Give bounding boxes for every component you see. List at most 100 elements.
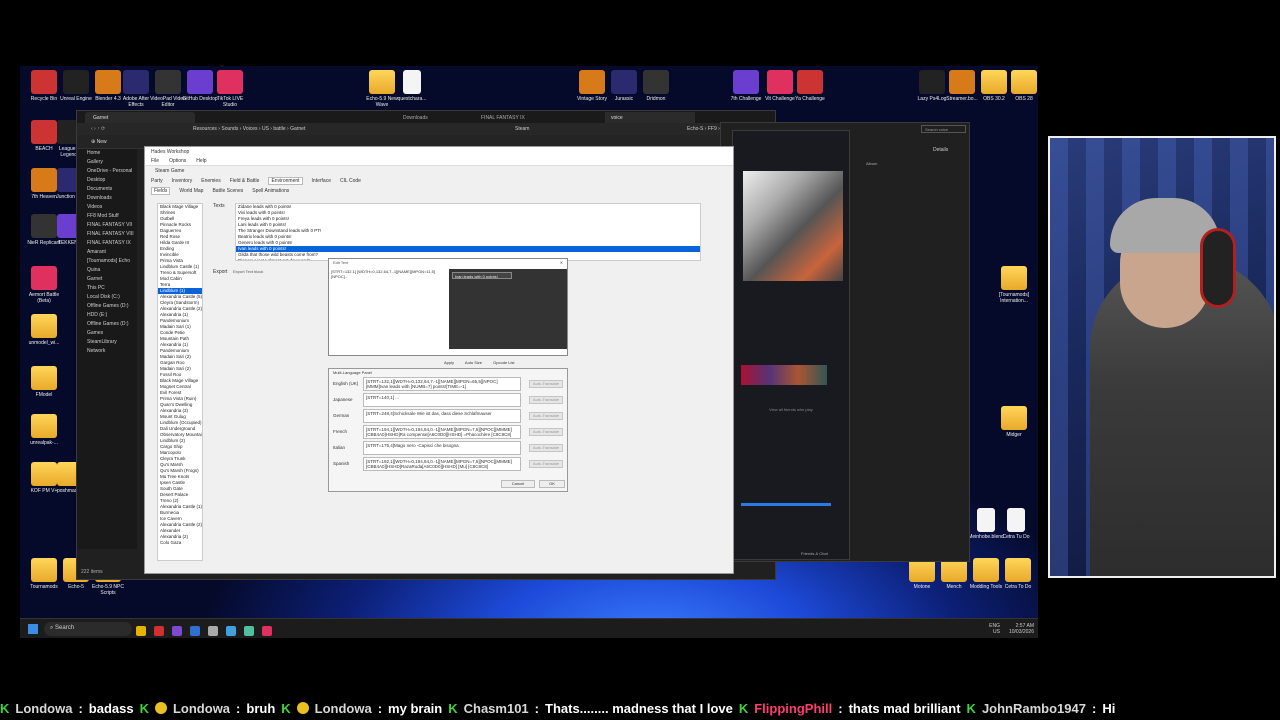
language-text-field[interactable]: [STRT=248,4]Schicksale Wie ist das, dass… [363,409,521,423]
taskbar-app-icon[interactable] [262,626,272,636]
taskbar-app-icon[interactable] [208,626,218,636]
desktop-icon[interactable]: Dridmon [636,70,676,102]
search-voice-input[interactable]: Search voice [921,125,966,133]
language-text-field[interactable]: [STRT=132,1][WDTH=0,132,64,7.-1][NAME][M… [363,377,521,391]
tab[interactable]: World Map [179,188,203,194]
tab[interactable]: Field & Battle [230,178,260,184]
breadcrumb-steam[interactable]: Steam [515,126,529,132]
close-icon[interactable]: ✕ [560,260,563,265]
breadcrumb-item[interactable]: Echo-S [687,126,703,132]
auto-translate-button[interactable]: Auto-Translate [529,460,563,468]
chat-username[interactable]: FlippingPhill [754,701,832,716]
desktop-icon[interactable]: Cetra To Do [998,558,1038,590]
sidebar-item[interactable]: FF8 Mod Stuff [77,212,137,221]
sidebar-item[interactable]: FINAL FANTASY IX [77,239,137,248]
tab[interactable]: Environment [268,177,303,185]
desktop-icon[interactable]: Ya Challenge [790,70,830,102]
chat-username[interactable]: Londowa [15,701,72,716]
field-list-item[interactable]: Colo Gaza [158,540,202,546]
sidebar-item[interactable]: [Tournamods] Echo [77,257,137,266]
taskbar-app-icon[interactable] [226,626,236,636]
language-text-field[interactable]: [STRT=140,1] ... [363,393,521,407]
tab[interactable]: Party [151,178,163,184]
sidebar-item[interactable]: Gallery [77,158,137,167]
export-text-block-button[interactable]: Export Text block [233,269,263,274]
auto-size-button[interactable]: Auto Size [465,360,482,365]
tab[interactable]: Battle Scenes [212,188,243,194]
tab[interactable]: Inventory [172,178,193,184]
apply-button[interactable]: Apply [444,360,454,365]
chat-username[interactable]: Londowa [315,701,372,716]
tray-lang[interactable]: ENG US [989,623,1000,635]
sidebar-item[interactable]: Amarant [77,248,137,257]
tab[interactable]: CIL Code [340,178,361,184]
breadcrumb-item[interactable]: US [262,126,269,132]
sidebar-item[interactable]: Local Disk (C:) [77,293,137,302]
sidebar-item[interactable]: SteamLibrary [77,338,137,347]
auto-translate-button[interactable]: Auto-Translate [529,412,563,420]
taskbar-search[interactable]: ⌕ Search [44,622,132,636]
chat-username[interactable]: Londowa [173,701,230,716]
tab[interactable]: Fields [151,187,171,195]
tab[interactable]: Spell Animations [252,188,289,194]
desktop-icon[interactable]: Midger [994,406,1034,438]
tab[interactable]: Interface [312,178,331,184]
sidebar-item[interactable]: Downloads [77,194,137,203]
ok-button[interactable]: OK [539,480,565,488]
sidebar-item[interactable]: This PC [77,284,137,293]
taskbar-app-icon[interactable] [136,626,146,636]
sidebar-item[interactable]: Desktop [77,176,137,185]
auto-translate-button[interactable]: Auto-Translate [529,444,563,452]
cancel-button[interactable]: Cancel [501,480,535,488]
tab[interactable]: Enemies [201,178,220,184]
tab-downloads[interactable]: Downloads [397,112,467,123]
taskbar-app-icon[interactable] [154,626,164,636]
tab-ffix[interactable]: FINAL FANTASY IX [475,112,545,123]
sidebar-item[interactable]: FINAL FANTASY VIII [77,230,137,239]
breadcrumb-item[interactable]: Sounds [221,126,238,132]
language-text-field[interactable]: [STRT=192,1][WDTH=0,194,64,0.-1][NAME][M… [363,457,521,471]
desktop-icon[interactable]: [Tournamods] Internation... [994,266,1034,304]
sidebar-item[interactable]: Garnet [77,275,137,284]
export-label[interactable]: Export [213,269,227,275]
auto-translate-button[interactable]: Auto-Translate [529,396,563,404]
desktop-icon[interactable]: questchara... [392,70,432,102]
desktop-icon[interactable]: OBS 28 [1004,70,1038,102]
text-list[interactable]: Zidane leads with 0 points! Vivi leads wi… [235,203,701,261]
sidebar-item[interactable]: Offline Games (D:) [77,320,137,329]
auto-translate-button[interactable]: Auto-Translate [529,380,563,388]
taskbar-app-icon[interactable] [190,626,200,636]
start-icon[interactable] [28,624,38,634]
taskbar-app-icon[interactable] [172,626,182,636]
formatted-text-area[interactable]: [STRT=132,1] [WDTH=0,132,64,7.-1][NAME][… [331,269,443,349]
friends-chat-button[interactable]: Friends & Chat [801,551,828,556]
desktop-icon[interactable]: unrealpak-... [24,414,64,446]
tab-garnet[interactable]: Garnet [85,112,195,123]
breadcrumb-item[interactable]: Garnet [290,126,305,132]
steam-game-toggle[interactable]: Steam Game [155,168,184,174]
desktop-icon[interactable]: unmodel_wi... [24,314,64,346]
sidebar-item[interactable]: Games [77,329,137,338]
sidebar-item[interactable]: Documents [77,185,137,194]
breadcrumb-item[interactable]: Resources [193,126,217,132]
taskbar-app-icon[interactable] [244,626,254,636]
opcode-list-button[interactable]: Opcode List [493,360,514,365]
sidebar-item[interactable]: HDD (E:) [77,311,137,320]
tab-voice[interactable]: voice [605,112,695,123]
field-list[interactable]: Black Mage Village Shrines Outbell Pinnacle… [157,203,203,561]
menu-item[interactable]: File [151,158,159,164]
chat-username[interactable]: Chasm101 [464,701,529,716]
desktop-icon[interactable]: TikTok LIVE Studio [210,70,250,108]
menu-item[interactable]: Options [169,158,186,164]
sidebar-item[interactable]: Offline Games (D:) [77,302,137,311]
desktop-icon[interactable]: Aemort Battle (Beta) [24,266,64,304]
sidebar-item[interactable]: Videos [77,203,137,212]
breadcrumb[interactable]: Resources › Sounds › Voices › US › battl… [193,126,305,132]
menu-item[interactable]: Help [196,158,206,164]
view-all-friends-link[interactable]: View all friends who play [769,407,813,412]
breadcrumb-item[interactable]: FF9 [708,126,717,132]
sidebar-item[interactable]: Network [77,347,137,356]
sidebar-item[interactable]: Quina [77,266,137,275]
sidebar-item[interactable]: FINAL FANTASY VII [77,221,137,230]
language-text-field[interactable]: [STRT=175,4]Mago nero -Capisci che bisog… [363,441,521,455]
